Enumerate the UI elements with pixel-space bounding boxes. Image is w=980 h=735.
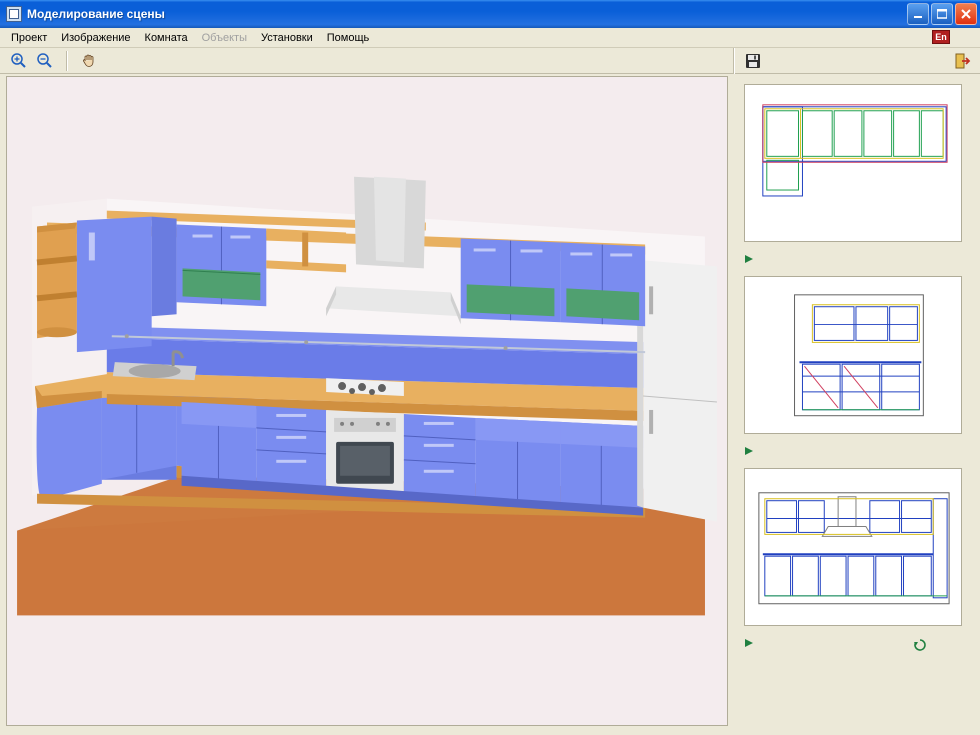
side-view-front[interactable] [744,468,962,626]
menu-objects: Объекты [195,30,254,46]
pan-hand-icon [80,52,98,70]
window-buttons [907,3,977,25]
toolbar-separator [66,51,68,71]
main-3d-view[interactable] [6,76,728,726]
menu-help[interactable]: Помощь [320,30,377,46]
window-title: Моделирование сцены [27,7,165,21]
maximize-button[interactable] [931,3,953,25]
toolbar-divider [733,48,735,74]
menu-settings[interactable]: Установки [254,30,320,46]
close-button[interactable] [955,3,977,25]
zoom-out-button[interactable] [34,50,56,72]
nav-arrow-2[interactable] [742,446,756,456]
toolbar-left [0,50,100,72]
minimize-button[interactable] [907,3,929,25]
nav-arrow-3[interactable] [742,638,756,648]
top-view-drawing [745,85,961,242]
workspace [0,74,980,735]
menu-room[interactable]: Комната [138,30,195,46]
menu-project[interactable]: Проект [4,30,54,46]
side-panel [738,76,972,726]
zoom-out-icon [36,52,54,70]
save-button[interactable] [742,50,764,72]
toolbar-right [952,50,974,72]
zoom-in-button[interactable] [8,50,30,72]
language-badge[interactable]: En [932,30,950,44]
menubar: Проект Изображение Комната Объекты Устан… [0,28,980,48]
exit-button[interactable] [952,50,974,72]
toolbar-side [742,50,764,72]
menu-image[interactable]: Изображение [54,30,137,46]
nav-arrow-1[interactable] [742,254,756,264]
refresh-views-button[interactable] [913,638,927,652]
pan-button[interactable] [78,50,100,72]
front-elevation-drawing [745,469,961,626]
side-view-top[interactable] [744,84,962,242]
app-icon [6,6,22,22]
toolbar [0,48,980,74]
zoom-in-icon [10,52,28,70]
save-icon [745,53,761,69]
side-view-left[interactable] [744,276,962,434]
left-elevation-drawing [745,277,961,434]
kitchen-3d-scene [7,77,727,725]
titlebar: Моделирование сцены [0,0,980,28]
exit-icon [954,52,972,70]
refresh-icon [913,638,927,652]
